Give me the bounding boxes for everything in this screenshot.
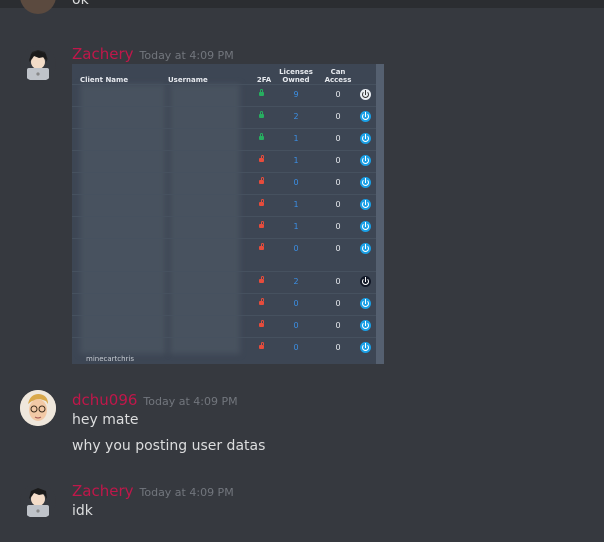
licenses-owned-link[interactable]: 9 [284,90,308,99]
face-avatar-icon [20,390,56,426]
licenses-owned-link[interactable]: 2 [284,112,308,121]
can-access-value: 0 [335,222,341,231]
licenses-owned-link[interactable]: 1 [284,156,308,165]
laptop-avatar-icon [27,488,49,517]
power-icon[interactable] [360,199,371,210]
lock-open-icon [259,155,264,162]
power-icon[interactable] [360,111,371,122]
screenshot-attachment[interactable]: Client Name Username 2FA Licenses Owned … [72,64,384,364]
avatar[interactable] [20,46,56,82]
table-row: 20 [72,106,376,128]
lock-closed-icon [259,111,264,118]
power-icon[interactable] [360,221,371,232]
power-icon[interactable] [360,276,371,287]
can-access-value: 0 [335,321,341,330]
lock-open-icon [259,276,264,283]
timestamp: Today at 4:09 PM [139,486,234,499]
licenses-owned-link[interactable]: 1 [284,134,308,143]
avatar[interactable] [20,0,56,14]
message-header: Zachery Today at 4:09 PM [72,44,234,63]
power-icon[interactable] [360,298,371,309]
avatar[interactable] [20,390,56,426]
can-access-value: 0 [335,156,341,165]
table-row: 00 [72,315,376,337]
table-row: 10 [72,216,376,238]
table-row: 10 [72,128,376,150]
message-text: hey mate [72,412,139,428]
licenses-owned-link[interactable]: 0 [284,343,308,352]
message-text: idk [72,503,93,519]
laptop-avatar-icon [27,50,49,80]
licenses-owned-link[interactable]: 2 [284,277,308,286]
can-access-value: 0 [335,299,341,308]
lock-open-icon [259,320,264,327]
window-top-bar [0,0,604,8]
table-row: 00 [72,238,376,260]
lock-open-icon [259,199,264,206]
power-icon[interactable] [360,177,371,188]
power-icon[interactable] [360,342,371,353]
licenses-owned-link[interactable]: 0 [284,178,308,187]
licenses-owned-link[interactable]: 0 [284,321,308,330]
lock-open-icon [259,298,264,305]
attachment-scrollbar [376,64,384,364]
lock-closed-icon [259,89,264,96]
power-icon[interactable] [360,243,371,254]
footer-username: minecartchris [86,355,135,363]
timestamp: Today at 4:09 PM [143,395,238,408]
username[interactable]: dchu096 [72,391,137,409]
can-access-value: 0 [335,134,341,143]
lock-open-icon [259,221,264,228]
message-text: ok [72,0,89,8]
can-access-value: 0 [335,200,341,209]
avatar[interactable] [20,483,56,519]
power-icon[interactable] [360,320,371,331]
table-row: 00 [72,293,376,315]
table-row: 10 [72,150,376,172]
username[interactable]: Zachery [72,482,134,500]
message-header: dchu096 Today at 4:09 PM [72,390,238,409]
table-row: 90 [72,84,376,106]
message-text: why you posting user datas [72,438,266,454]
table-row: 00 [72,172,376,194]
username[interactable]: Zachery [72,45,134,63]
licenses-owned-link[interactable]: 0 [284,244,308,253]
lock-open-icon [259,342,264,349]
can-access-value: 0 [335,277,341,286]
licenses-owned-link[interactable]: 1 [284,200,308,209]
can-access-value: 0 [335,343,341,352]
table-row: 10 [72,194,376,216]
can-access-value: 0 [335,244,341,253]
message-header: Zachery Today at 4:09 PM [72,481,234,500]
power-icon[interactable] [360,89,371,100]
power-icon[interactable] [360,155,371,166]
licenses-owned-link[interactable]: 1 [284,222,308,231]
can-access-value: 0 [335,112,341,121]
can-access-value: 0 [335,90,341,99]
lock-open-icon [259,243,264,250]
can-access-value: 0 [335,178,341,187]
lock-closed-icon [259,133,264,140]
licenses-owned-link[interactable]: 0 [284,299,308,308]
timestamp: Today at 4:09 PM [139,49,234,62]
lock-open-icon [259,177,264,184]
table-row: 20 [72,271,376,293]
power-icon[interactable] [360,133,371,144]
